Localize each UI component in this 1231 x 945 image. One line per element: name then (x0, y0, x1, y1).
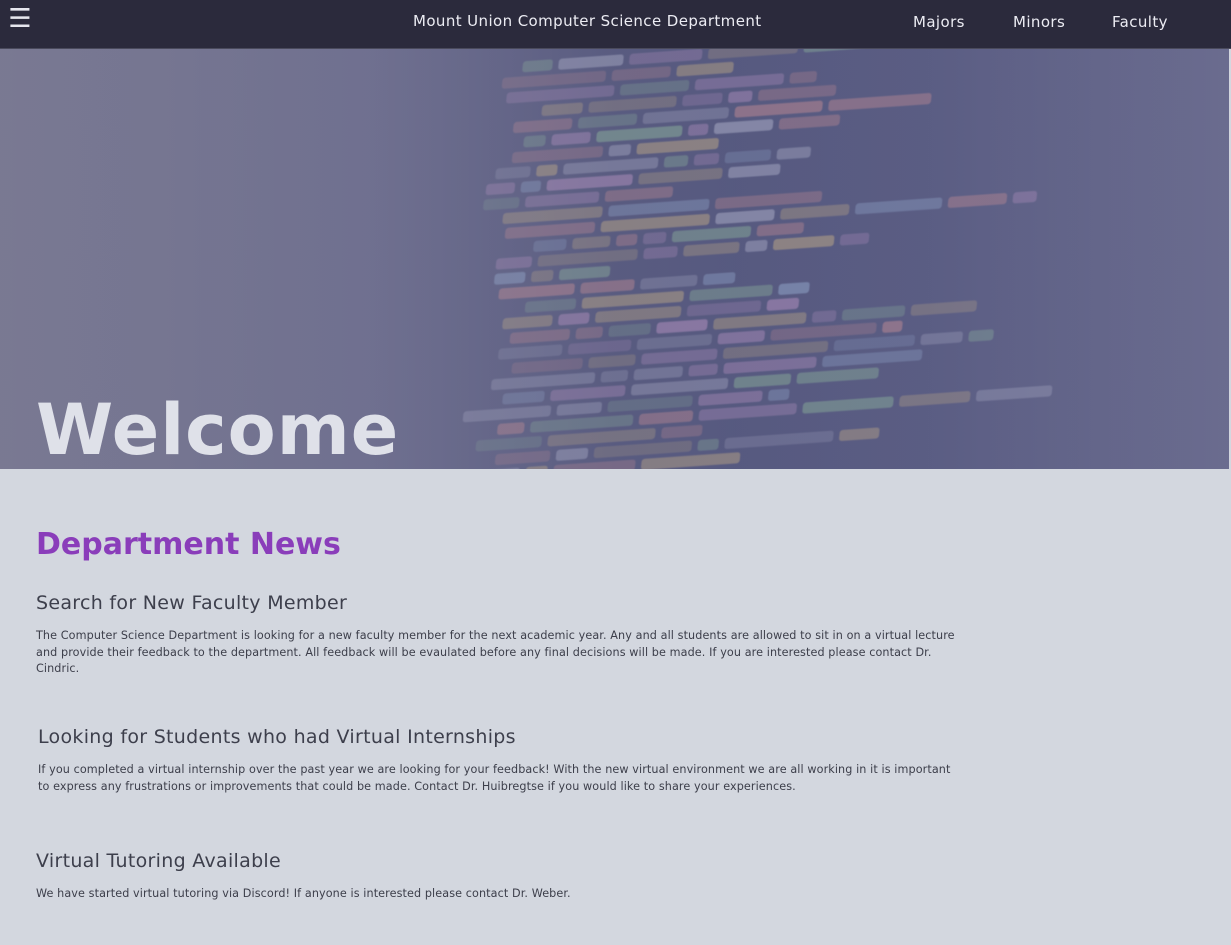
news-item-body: We have started virtual tutoring via Dis… (36, 887, 571, 900)
news-item: Search for New Faculty Member The Comput… (36, 592, 956, 678)
news-item-title: Virtual Tutoring Available (36, 850, 281, 872)
hero-title: Welcome (36, 389, 400, 469)
top-navigation-bar: ☰ Mount Union Computer Science Departmen… (0, 0, 1231, 49)
news-item: Looking for Students who had Virtual Int… (38, 726, 958, 795)
news-item-body: If you completed a virtual internship ov… (38, 763, 951, 793)
hamburger-menu-icon[interactable]: ☰ (6, 4, 34, 34)
news-item: Virtual Tutoring Available We have start… (36, 850, 956, 903)
news-item-title: Looking for Students who had Virtual Int… (38, 726, 516, 748)
nav-link-minors[interactable]: Minors (1013, 13, 1065, 31)
news-section-heading: Department News (36, 527, 341, 562)
nav-link-majors[interactable]: Majors (913, 13, 965, 31)
nav-link-faculty[interactable]: Faculty (1112, 13, 1168, 31)
hero-banner: Welcome (0, 49, 1229, 469)
news-item-title: Search for New Faculty Member (36, 592, 348, 614)
news-item-body: The Computer Science Department is looki… (36, 629, 955, 675)
site-title[interactable]: Mount Union Computer Science Department (413, 12, 762, 30)
page: ☰ Mount Union Computer Science Departmen… (0, 0, 1231, 945)
